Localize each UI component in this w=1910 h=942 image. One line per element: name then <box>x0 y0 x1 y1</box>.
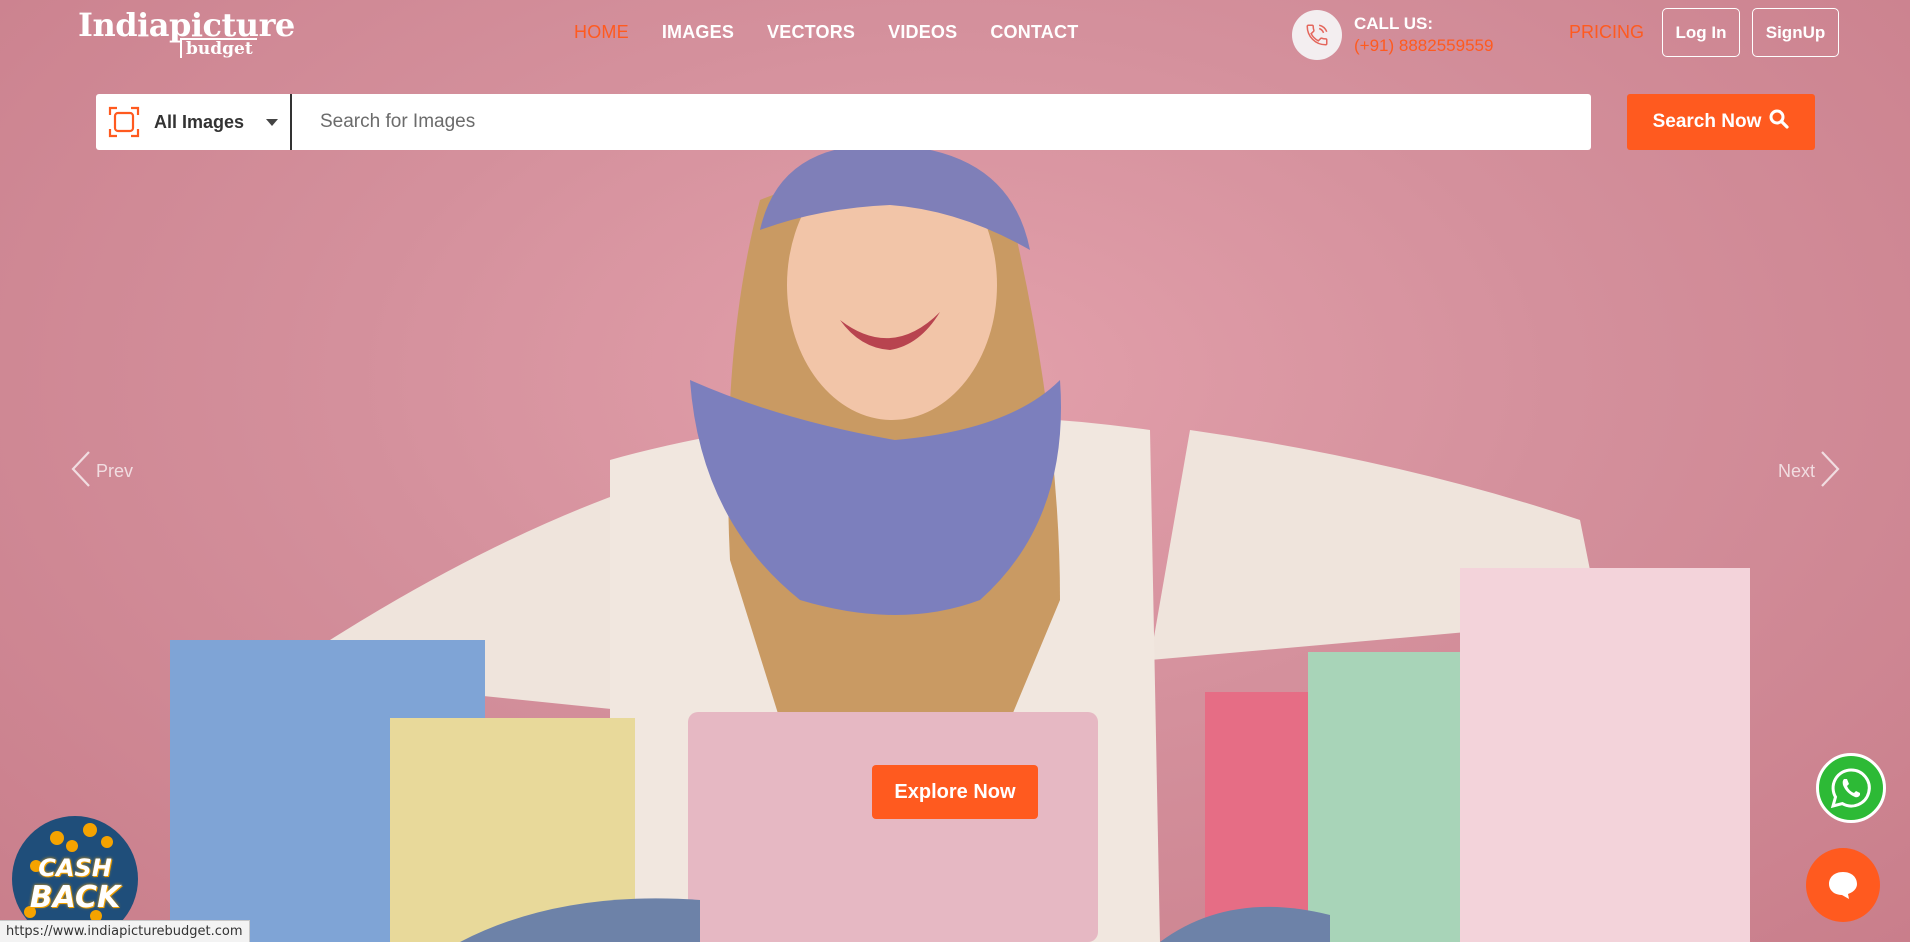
search-input[interactable] <box>292 94 1591 150</box>
cashback-line1: CASH <box>38 854 112 882</box>
image-frame-icon <box>108 106 140 138</box>
cashback-line2: BACK <box>29 880 121 915</box>
next-label: Next <box>1778 461 1816 481</box>
nav-videos[interactable]: VIDEOS <box>888 22 957 43</box>
chat-bubble-icon[interactable] <box>1806 848 1880 922</box>
call-us[interactable]: CALL US: (+91) 8882559559 <box>1292 10 1493 60</box>
phone-number[interactable]: (+91) 8882559559 <box>1354 34 1493 57</box>
search-button-label: Search Now <box>1652 111 1762 132</box>
chevron-left-icon <box>70 450 92 493</box>
slider-prev[interactable]: Prev <box>70 450 133 493</box>
pricing-link[interactable]: PRICING <box>1569 22 1644 43</box>
site-logo[interactable]: Indiapicture budget <box>78 6 295 58</box>
main-nav: HOME IMAGES VECTORS VIDEOS CONTACT <box>574 22 1111 43</box>
nav-vectors[interactable]: VECTORS <box>767 22 855 43</box>
search-icon <box>1769 109 1789 135</box>
logo-main-text: Indiapicture <box>78 6 295 44</box>
nav-images[interactable]: IMAGES <box>662 22 734 43</box>
explore-now-button[interactable]: Explore Now <box>872 765 1038 819</box>
phone-icon <box>1292 10 1342 60</box>
status-url: https://www.indiapicturebudget.com <box>0 920 250 942</box>
signup-button[interactable]: SignUp <box>1752 8 1839 57</box>
login-button[interactable]: Log In <box>1662 8 1740 57</box>
chevron-right-icon <box>1819 450 1841 493</box>
logo-sub-text: budget <box>180 38 257 58</box>
nav-contact[interactable]: CONTACT <box>990 22 1078 43</box>
prev-label: Prev <box>96 461 134 481</box>
search-bar: All Images <box>96 94 1591 150</box>
category-dropdown[interactable]: All Images <box>96 94 292 150</box>
whatsapp-icon[interactable] <box>1816 753 1886 823</box>
search-now-button[interactable]: Search Now <box>1627 94 1815 150</box>
call-label: CALL US: <box>1354 14 1434 33</box>
slider-next[interactable]: Next <box>1778 450 1841 493</box>
caret-down-icon <box>266 118 279 126</box>
site-header: Indiapicture budget HOME IMAGES VECTORS … <box>0 0 1910 70</box>
category-label: All Images <box>154 111 245 132</box>
nav-home[interactable]: HOME <box>574 22 629 43</box>
